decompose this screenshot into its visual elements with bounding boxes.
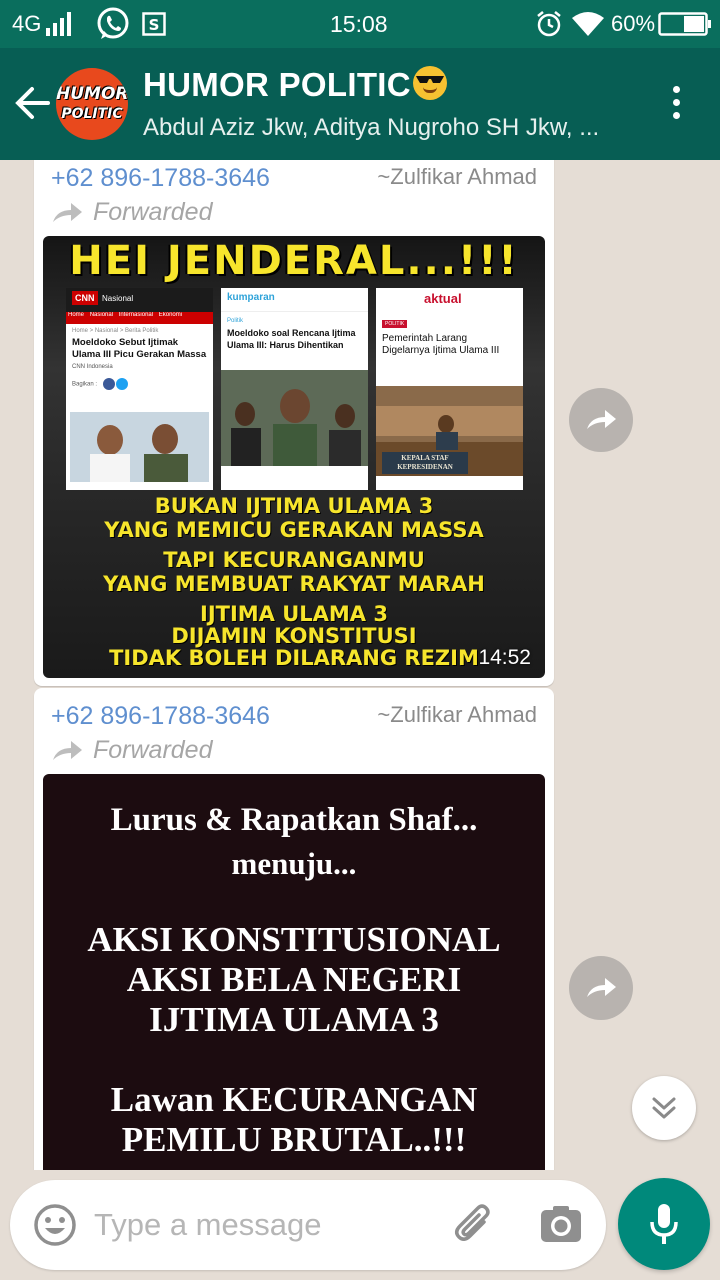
poster-line: Lawan KECURANGAN [110,1080,478,1119]
aktual-sign: KEPALA STAF KEPRESIDENAN [382,452,468,474]
group-title-text: HUMOR POLITIC [143,66,411,103]
forwarded-text: Forwarded [93,198,213,226]
chevron-double-down-icon [652,1097,676,1119]
sunglasses-emoji-icon [412,66,447,100]
share-forward-button[interactable] [569,956,633,1020]
aktual-logo: aktual [424,291,462,306]
forwarded-text: Forwarded [93,736,213,764]
s-icon: S [142,12,166,36]
back-arrow-icon[interactable] [14,84,52,122]
forward-icon [587,978,616,997]
message-input[interactable] [94,1200,434,1250]
group-avatar[interactable]: HUMOR POLITIC [56,68,128,140]
sender-name: ~Zulfikar Ahmad [377,164,537,189]
cnn-nav-item: Nasional [89,312,114,318]
cnn-headline: Moeldoko Sebut Ijtimak Ulama III Picu Ge… [72,337,207,360]
voice-record-button[interactable] [618,1178,710,1270]
cnn-breadcrumb: Home > Nasional > Berita Politik [72,328,159,334]
paperclip-icon[interactable] [450,1200,498,1248]
cnn-nav-item: Ekonomi [158,312,183,318]
message-time: 14:52 [478,646,531,669]
emoji-icon[interactable] [32,1202,78,1248]
poster-line: Lurus & Rapatkan Shaf... [110,802,478,838]
cnn-logo: CNN [72,291,98,305]
more-vert-icon[interactable] [668,86,684,126]
poster-line: AKSI KONSTITUSIONAL [87,920,501,959]
kumparan-tag: Politik [227,318,244,324]
forwarded-label: Forwarded [51,736,213,765]
chat-area[interactable]: +62 896-1788-3646 ~Zulfikar Ahmad Forwar… [0,160,720,1170]
poster-caption: IJTIMA ULAMA 3 [200,602,388,626]
cnn-nav-item: Internasional [118,312,154,318]
cnn-nav-item: Home [68,312,85,318]
poster-line: PEMILU BRUTAL..!!! [121,1120,467,1159]
cnn-share-label: Bagikan : [72,381,98,388]
camera-icon[interactable] [538,1202,584,1248]
avatar-text-humor: HUMOR [56,84,128,104]
sender-phone[interactable]: +62 896-1788-3646 [51,164,270,193]
poster-caption: YANG MEMBUAT RAKYAT MARAH [103,572,485,596]
chat-header: HUMOR POLITIC HUMOR POLITIC Abdul Aziz J… [0,48,720,160]
mic-icon [650,1204,678,1244]
svg-text:S: S [149,16,160,34]
whatsapp-icon [97,7,129,39]
network-type: 4G [12,11,42,36]
poster-line: menuju... [231,846,357,881]
forward-icon [53,203,82,222]
news-card-aktual: aktual POLITIK Pemerintah Larang Digelar… [376,288,523,490]
sender-phone[interactable]: +62 896-1788-3646 [51,702,270,731]
cnn-section: Nasional [102,294,134,303]
group-members[interactable]: Abdul Aziz Jkw, Aditya Nugroho SH Jkw, .… [143,114,599,142]
aktual-tag: POLITIK [382,320,408,328]
facebook-icon [102,378,115,390]
kumparan-logo: kumparan [227,292,275,303]
poster-caption: DIJAMIN KONSTITUSI [171,624,417,648]
cnn-nav: Home Nasional Internasional Ekonomi [66,312,213,324]
message-composer [10,1180,606,1270]
poster-caption: TAPI KECURANGANMU [163,548,425,572]
clock: 15:08 [330,11,388,37]
share-forward-button[interactable] [569,388,633,452]
poster-caption: BUKAN IJTIMA ULAMA 3 [154,494,434,518]
message-image[interactable]: HEI JENDERAL...!!! CNN Nasional Home Nas… [43,236,545,678]
twitter-icon [116,378,129,390]
message-bubble[interactable]: +62 896-1788-3646 ~Zulfikar Ahmad Forwar… [34,160,554,686]
status-bar: 4G S 15:08 60% [0,0,720,48]
message-image[interactable]: Lurus & Rapatkan Shaf... menuju... AKSI … [43,774,545,1170]
poster-line: IJTIMA ULAMA 3 [149,1000,439,1039]
news-photo [221,370,368,466]
poster-caption: YANG MEMICU GERAKAN MASSA [104,518,484,542]
sender-name: ~Zulfikar Ahmad [377,702,537,727]
poster-caption: TIDAK BOLEH DILARANG REZIM [109,646,479,670]
group-title[interactable]: HUMOR POLITIC [143,66,447,104]
news-card-cnn: CNN Nasional Home Nasional Internasional… [66,288,213,490]
cnn-share: Bagikan : [66,370,213,390]
poster-headline: HEI JENDERAL...!!! [69,238,519,284]
alarm-icon [537,11,561,37]
scroll-to-bottom-button[interactable] [632,1076,696,1140]
signal-icon [46,12,71,36]
forwarded-label: Forwarded [51,198,213,227]
poster-line: AKSI BELA NEGERI [126,960,462,999]
news-card-kumparan: kumparan Politik Moeldoko soal Rencana I… [221,288,368,490]
news-photo [70,412,209,482]
battery-icon [658,12,711,36]
battery-percent: 60% [611,11,656,36]
aktual-headline: Pemerintah Larang Digelarnya Ijtima Ulam… [382,333,500,356]
message-bubble[interactable]: +62 896-1788-3646 ~Zulfikar Ahmad Forwar… [34,688,554,1170]
avatar-text-politic: POLITIC [61,106,123,122]
forward-icon [587,410,616,429]
forward-icon [53,741,82,760]
wifi-icon [572,12,604,36]
kumparan-headline: Moeldoko soal Rencana Ijtima Ulama III: … [227,328,356,350]
